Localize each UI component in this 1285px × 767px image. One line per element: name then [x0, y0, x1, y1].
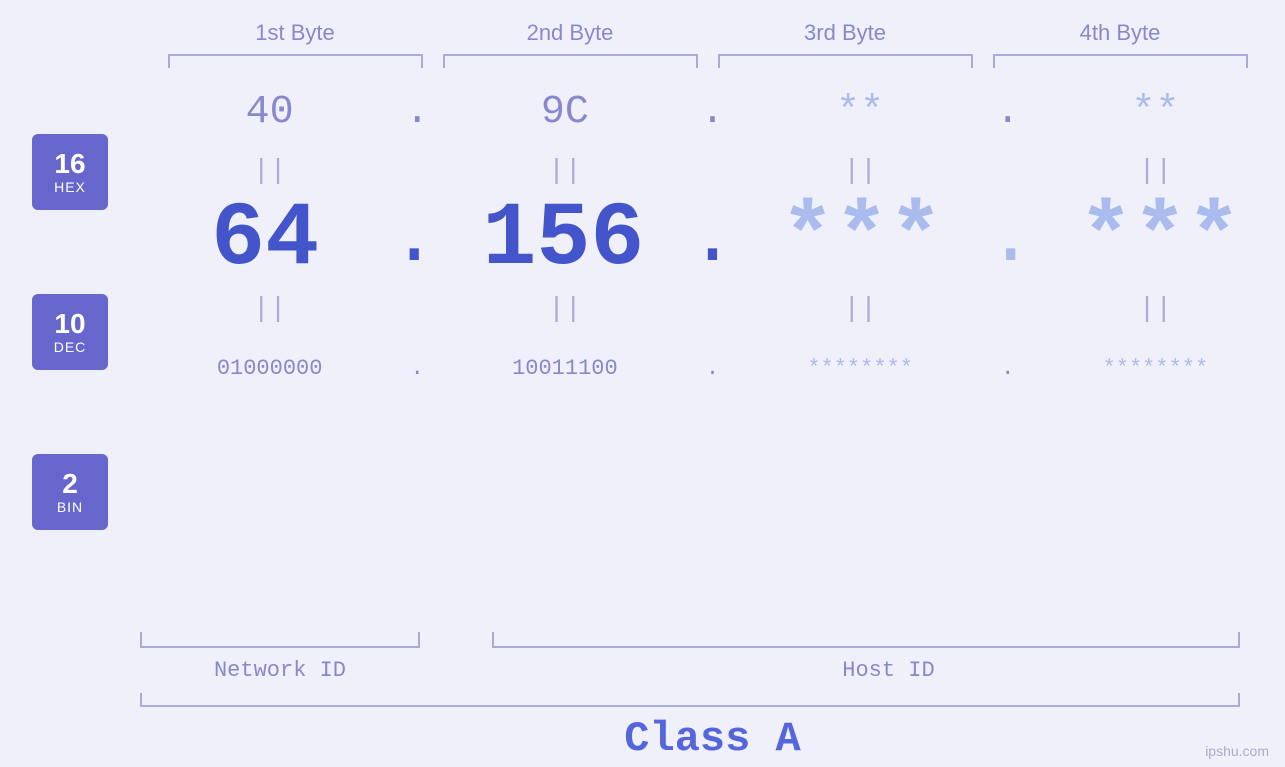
bracket-2	[443, 54, 698, 68]
network-host-labels: Network ID Host ID	[140, 658, 1285, 683]
dec-badge: 10 DEC	[32, 294, 108, 370]
eq2-cell-2: ||	[435, 290, 694, 328]
dec-cell-1: 64	[140, 195, 390, 285]
bracket-3	[718, 54, 973, 68]
bin-val-3: ********	[807, 356, 913, 381]
bin-badge-label: BIN	[57, 499, 83, 515]
bin-cell-3: ********	[731, 356, 990, 381]
hex-cell-1: 40	[140, 90, 399, 135]
hex-dot-2: .	[695, 90, 731, 135]
bin-val-1: 01000000	[217, 356, 323, 381]
bin-dot-3: .	[990, 356, 1026, 381]
dec-dot-1: .	[390, 190, 438, 290]
network-id-label: Network ID	[140, 658, 420, 683]
hex-val-2: 9C	[541, 90, 589, 135]
eq1-cell-3: ||	[731, 152, 990, 190]
data-grid: 40 . 9C . ** . **	[140, 72, 1285, 632]
hex-val-4: **	[1131, 90, 1179, 135]
main-area: 16 HEX 10 DEC 2 BIN 40 .	[0, 72, 1285, 632]
eq1-cell-4: ||	[1026, 152, 1285, 190]
host-id-label: Host ID	[492, 658, 1285, 683]
dec-badge-number: 10	[54, 309, 85, 340]
badges-column: 16 HEX 10 DEC 2 BIN	[0, 72, 140, 632]
dec-val-2: 156	[482, 189, 644, 291]
eq2-sym-2: ||	[435, 290, 694, 328]
bin-row: 01000000 . 10011100 . ******** .	[140, 328, 1285, 408]
dec-dot-2: .	[688, 190, 736, 290]
hex-dot-3: .	[990, 90, 1026, 135]
bin-cell-1: 01000000	[140, 356, 399, 381]
eq1-cell-1: ||	[140, 152, 399, 190]
dec-cell-2: 156	[438, 195, 688, 285]
equals-row-1: || || || ||	[140, 152, 1285, 190]
eq1-cell-2: ||	[435, 152, 694, 190]
bin-cell-2: 10011100	[435, 356, 694, 381]
dec-row: 64 . 156 . *** . ***	[140, 190, 1285, 290]
bracket-1	[168, 54, 423, 68]
dec-dot-3: .	[987, 190, 1035, 290]
host-bracket	[492, 632, 1240, 648]
bottom-brackets	[140, 632, 1240, 652]
byte-headers: 1st Byte 2nd Byte 3rd Byte 4th Byte	[158, 20, 1258, 46]
bottom-section: Network ID Host ID Class A	[0, 632, 1285, 767]
byte-header-4: 4th Byte	[983, 20, 1258, 46]
bin-badge-number: 2	[62, 469, 78, 500]
eq1-sym-4: ||	[1026, 152, 1285, 190]
dec-badge-label: DEC	[54, 339, 87, 355]
hex-row: 40 . 9C . ** . **	[140, 72, 1285, 152]
bin-val-2: 10011100	[512, 356, 618, 381]
byte-header-3: 3rd Byte	[708, 20, 983, 46]
class-label: Class A	[140, 715, 1285, 763]
network-bracket	[140, 632, 420, 648]
dec-val-1: 64	[211, 189, 319, 291]
hex-cell-2: 9C	[435, 90, 694, 135]
eq2-cell-3: ||	[731, 290, 990, 328]
eq1-sym-1: ||	[140, 152, 399, 190]
bin-dot-1: .	[399, 356, 435, 381]
bin-val-4: ********	[1103, 356, 1209, 381]
hex-badge-label: HEX	[54, 179, 86, 195]
hex-cell-4: **	[1026, 90, 1285, 135]
hex-cell-3: **	[731, 90, 990, 135]
hex-dot-1: .	[399, 90, 435, 135]
bin-badge: 2 BIN	[32, 454, 108, 530]
hex-badge-number: 16	[54, 149, 85, 180]
bin-dot-2: .	[695, 356, 731, 381]
eq2-sym-4: ||	[1026, 290, 1285, 328]
hex-val-1: 40	[246, 90, 294, 135]
eq1-sym-3: ||	[731, 152, 990, 190]
hex-badge: 16 HEX	[32, 134, 108, 210]
dec-cell-3: ***	[737, 195, 987, 285]
watermark: ipshu.com	[1205, 743, 1269, 759]
dec-val-4: ***	[1079, 189, 1241, 291]
byte-header-1: 1st Byte	[158, 20, 433, 46]
eq2-cell-4: ||	[1026, 290, 1285, 328]
big-bottom-bracket	[140, 693, 1240, 707]
dec-cell-4: ***	[1035, 195, 1285, 285]
top-brackets	[158, 54, 1258, 72]
eq2-cell-1: ||	[140, 290, 399, 328]
main-container: 1st Byte 2nd Byte 3rd Byte 4th Byte 16 H…	[0, 0, 1285, 767]
hex-val-3: **	[836, 90, 884, 135]
dec-val-3: ***	[781, 189, 943, 291]
eq2-sym-1: ||	[140, 290, 399, 328]
eq1-sym-2: ||	[435, 152, 694, 190]
equals-row-2: || || || ||	[140, 290, 1285, 328]
bracket-4	[993, 54, 1248, 68]
bin-cell-4: ********	[1026, 356, 1285, 381]
eq2-sym-3: ||	[731, 290, 990, 328]
byte-header-2: 2nd Byte	[433, 20, 708, 46]
